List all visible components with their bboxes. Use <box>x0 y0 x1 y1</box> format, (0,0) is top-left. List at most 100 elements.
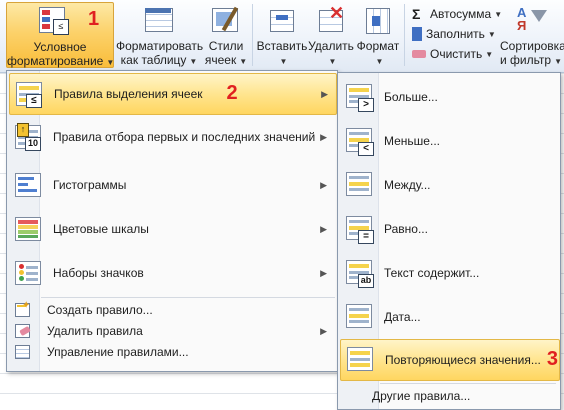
submenu-item-label: Между... <box>384 178 431 192</box>
format-as-table-label-2: как таблицу <box>120 53 187 67</box>
submenu-item-label: Другие правила... <box>372 389 471 403</box>
autosum-button[interactable]: Σ Автосумма ▼ <box>412 4 502 24</box>
ribbon-separator <box>404 4 405 66</box>
fill-button[interactable]: Заполнить ▼ <box>412 24 496 44</box>
dropdown-arrow-icon: ▼ <box>328 57 337 66</box>
format-label: Формат <box>356 39 400 53</box>
autosum-label: Автосумма <box>430 7 492 21</box>
submenu-arrow-icon: ▶ <box>321 88 328 99</box>
conditional-formatting-label-2: форматирование <box>7 54 104 68</box>
submenu-arrow-icon: ▶ <box>320 267 327 278</box>
highlight-cells-rules-submenu: > Больше... < Меньше... Между... = Равно… <box>337 72 561 410</box>
menu-item-label: Управление правилами... <box>47 345 189 359</box>
submenu-item-greater-than[interactable]: > Больше... <box>340 77 558 117</box>
menu-item-highlight-cells-rules[interactable]: ≤ Правила выделения ячеек 2 ▶ <box>9 73 337 115</box>
format-table-icon <box>143 6 175 36</box>
manage-rules-icon <box>15 344 31 360</box>
eraser-icon <box>412 50 426 58</box>
sort-filter-button[interactable]: А Я Сортировка и фильтр ▼ <box>500 2 564 69</box>
ribbon-separator <box>252 4 253 66</box>
text-contains-icon: ab <box>344 258 374 288</box>
menu-item-label: Цветовые шкалы <box>53 222 149 236</box>
submenu-item-label: Меньше... <box>384 134 440 148</box>
dropdown-arrow-icon: ▼ <box>189 57 198 66</box>
top-bottom-rules-icon: ↑ 10 <box>13 123 41 151</box>
submenu-item-label: Повторяющиеся значения... <box>385 353 541 367</box>
conditional-formatting-icon: ≤ <box>37 7 69 37</box>
submenu-item-between[interactable]: Между... <box>340 165 558 205</box>
cell-styles-label-1: Стили <box>208 39 244 53</box>
fill-down-icon <box>412 27 422 41</box>
submenu-item-text-contains[interactable]: ab Текст содержит... <box>340 253 558 293</box>
menu-separator <box>41 297 335 298</box>
menu-item-color-scales[interactable]: Цветовые шкалы ▶ <box>9 209 335 249</box>
submenu-arrow-icon: ▶ <box>320 325 327 336</box>
menu-item-label: Наборы значков <box>53 266 144 280</box>
menu-item-new-rule[interactable]: ✦ Создать правило... <box>9 300 335 320</box>
format-cells-icon <box>362 6 394 36</box>
submenu-item-label: Текст содержит... <box>384 266 480 280</box>
delete-label: Удалить <box>308 39 354 53</box>
dropdown-arrow-icon: ▼ <box>487 29 496 39</box>
menu-item-label: Гистограммы <box>53 178 127 192</box>
menu-item-icon-sets[interactable]: Наборы значков ▶ <box>9 253 335 293</box>
sigma-icon: Σ <box>412 6 421 22</box>
menu-item-label: Правила отбора первых и последних значен… <box>53 130 316 144</box>
step-marker-1: 1 <box>88 8 100 30</box>
menu-item-top-bottom-rules[interactable]: ↑ 10 Правила отбора первых и последних з… <box>9 117 335 157</box>
menu-item-manage-rules[interactable]: Управление правилами... <box>9 342 335 362</box>
format-as-table-button[interactable]: Форматировать как таблицу ▼ <box>116 2 204 69</box>
greater-than-icon: > <box>344 82 374 112</box>
highlight-cells-rules-icon: ≤ <box>14 80 42 108</box>
format-button[interactable]: Формат ▼ <box>356 2 400 69</box>
fill-label: Заполнить <box>426 27 485 41</box>
icon-sets-icon <box>13 259 41 287</box>
delete-cells-icon: ✕ <box>315 4 347 36</box>
dropdown-arrow-icon: ▼ <box>106 58 115 67</box>
submenu-item-label: Равно... <box>384 222 428 236</box>
sort-filter-label-2: и фильтр <box>500 53 552 67</box>
insert-button[interactable]: Вставить ▼ <box>256 2 308 69</box>
dropdown-arrow-icon: ▼ <box>375 57 384 66</box>
clear-rules-icon <box>15 323 31 339</box>
menu-item-data-bars[interactable]: Гистограммы ▶ <box>9 165 335 205</box>
step-marker-2: 2 <box>226 81 238 104</box>
conditional-formatting-label-1: Условное <box>33 40 87 54</box>
menu-item-clear-rules[interactable]: Удалить правила ▶ <box>9 321 335 341</box>
new-rule-icon: ✦ <box>15 300 31 318</box>
dropdown-arrow-icon: ▼ <box>279 57 288 66</box>
submenu-arrow-icon: ▶ <box>320 223 327 234</box>
insert-label: Вставить <box>256 39 308 53</box>
submenu-item-duplicate-values[interactable]: Повторяющиеся значения... 3 <box>340 339 560 381</box>
conditional-formatting-menu: ≤ Правила выделения ячеек 2 ▶ ↑ 10 Прави… <box>6 70 338 372</box>
less-than-icon: < <box>344 126 374 156</box>
delete-button[interactable]: ✕ Удалить ▼ <box>308 2 354 69</box>
format-as-table-label-1: Форматировать <box>116 39 204 53</box>
submenu-item-equal-to[interactable]: = Равно... <box>340 209 558 249</box>
dropdown-arrow-icon: ▼ <box>239 57 248 66</box>
submenu-item-date[interactable]: Дата... <box>340 297 558 337</box>
clear-button[interactable]: Очистить ▼ <box>412 44 493 64</box>
equal-to-icon: = <box>344 214 374 244</box>
insert-cells-icon <box>266 6 298 36</box>
submenu-item-label: Дата... <box>384 310 421 324</box>
menu-item-label: Правила выделения ячеек <box>54 87 203 101</box>
menu-item-label: Создать правило... <box>47 303 153 317</box>
cell-styles-label-2: ячеек <box>204 53 237 67</box>
date-icon <box>344 302 374 332</box>
cell-styles-icon <box>210 6 242 36</box>
cell-styles-button[interactable]: Стили ячеек ▼ <box>204 2 248 69</box>
clear-label: Очистить <box>430 47 483 61</box>
duplicate-values-icon <box>345 345 375 375</box>
submenu-separator <box>380 383 556 384</box>
between-icon <box>344 170 374 200</box>
submenu-arrow-icon: ▶ <box>320 131 327 142</box>
sort-filter-icon: А Я <box>515 6 547 36</box>
submenu-item-label: Больше... <box>384 90 438 104</box>
data-bars-icon <box>13 171 41 199</box>
submenu-arrow-icon: ▶ <box>320 179 327 190</box>
color-scales-icon <box>13 215 41 243</box>
submenu-item-more-rules[interactable]: Другие правила... <box>340 385 558 407</box>
dropdown-arrow-icon: ▼ <box>554 57 563 66</box>
submenu-item-less-than[interactable]: < Меньше... <box>340 121 558 161</box>
